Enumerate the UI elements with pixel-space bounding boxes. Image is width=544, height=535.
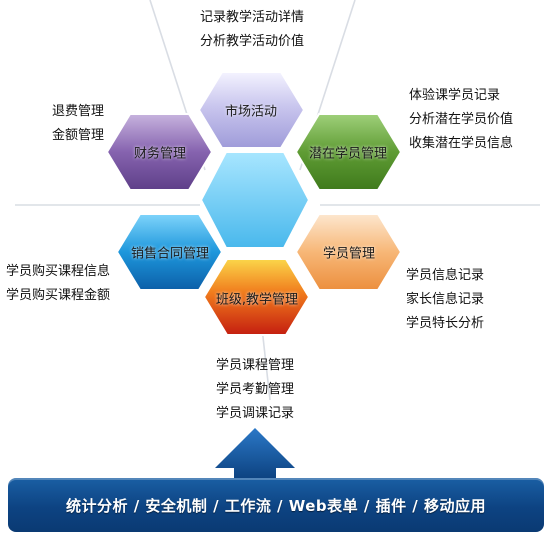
- note-teaching-2: 学员考勤管理: [216, 382, 295, 397]
- note-teaching-3: 学员调课记录: [216, 406, 295, 421]
- notes-teaching: 学员课程管理 学员考勤管理 学员调课记录: [216, 354, 294, 426]
- note-student-1: 学员信息记录: [406, 268, 485, 283]
- note-contract-2: 学员购买课程金额: [6, 288, 111, 303]
- footer-features-text: 统计分析 / 安全机制 / 工作流 / Web表单 / 插件 / 移动应用: [65, 496, 487, 515]
- note-market-1: 记录教学活动详情: [200, 10, 305, 25]
- note-student-2: 家长信息记录: [406, 292, 485, 307]
- module-prospect-label: 潜在学员管理: [308, 146, 388, 162]
- note-contract-1: 学员购买课程信息: [6, 264, 111, 279]
- diagram-stage: 市场活动 潜在学员管理 学员管理 班级,教学管理 销售合同管理 财务管理 记录教…: [0, 0, 544, 535]
- note-market-2: 分析教学活动价值: [200, 34, 305, 49]
- module-student-label: 学员管理: [322, 246, 376, 262]
- footer-bar: 统计分析 / 安全机制 / 工作流 / Web表单 / 插件 / 移动应用: [8, 478, 544, 532]
- notes-finance: 退费管理 金额管理: [52, 100, 104, 148]
- note-prospect-3: 收集潜在学员信息: [409, 136, 514, 151]
- note-student-3: 学员特长分析: [406, 316, 485, 331]
- notes-student: 学员信息记录 家长信息记录 学员特长分析: [406, 264, 484, 336]
- note-prospect-1: 体验课学员记录: [409, 88, 501, 103]
- up-arrow-icon: [215, 428, 295, 482]
- notes-contract: 学员购买课程信息 学员购买课程金额: [6, 260, 110, 308]
- note-prospect-2: 分析潜在学员价值: [409, 112, 514, 127]
- module-market-label: 市场活动: [224, 104, 278, 120]
- note-finance-1: 退费管理: [52, 104, 105, 119]
- module-teaching-label: 班级,教学管理: [215, 292, 299, 308]
- note-finance-2: 金额管理: [52, 128, 105, 143]
- notes-market: 记录教学活动详情 分析教学活动价值: [200, 6, 304, 54]
- note-teaching-1: 学员课程管理: [216, 358, 295, 373]
- notes-prospect: 体验课学员记录 分析潜在学员价值 收集潜在学员信息: [409, 84, 513, 156]
- module-finance-label: 财务管理: [133, 146, 187, 162]
- hex-center: [199, 151, 311, 249]
- module-contract-label: 销售合同管理: [130, 246, 210, 262]
